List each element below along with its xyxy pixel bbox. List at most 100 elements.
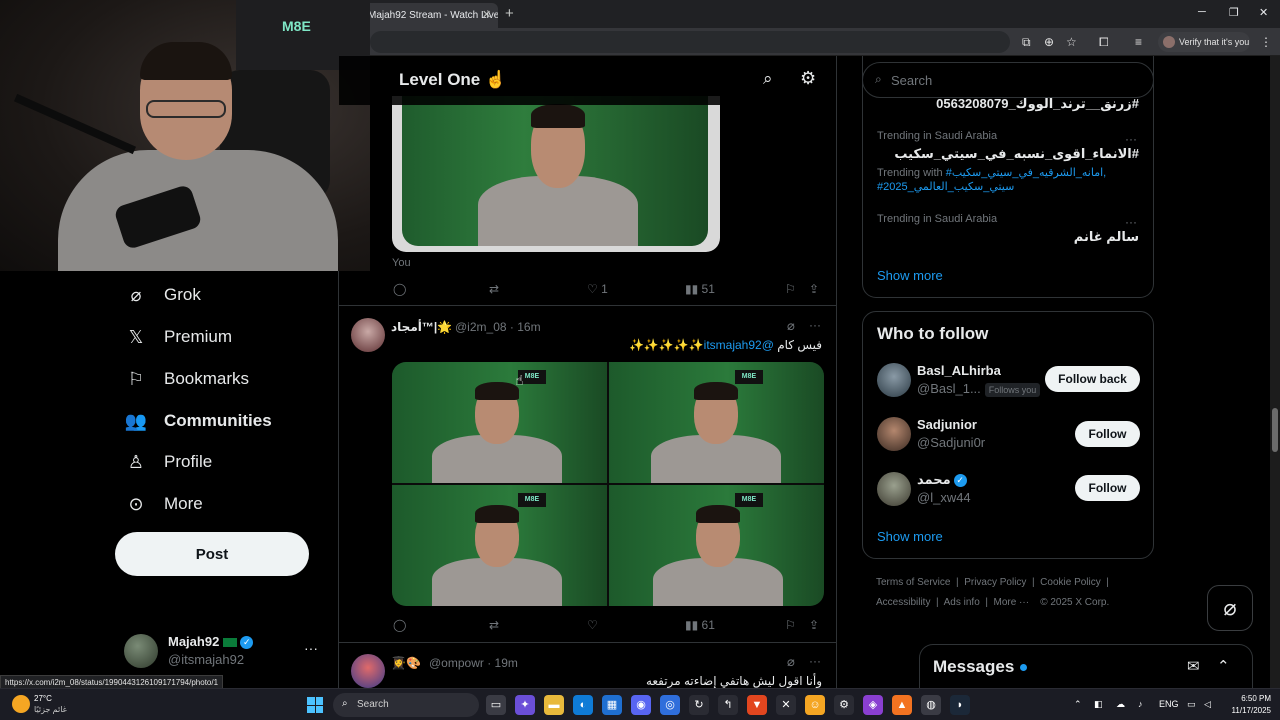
weather-widget[interactable]: 27°C غائم جزئيًا <box>12 693 92 717</box>
search-icon[interactable]: ⌕ <box>763 69 773 89</box>
follow-back-button[interactable]: Follow back <box>1045 366 1140 392</box>
views-button[interactable]: ▮▮ 61 <box>685 618 715 632</box>
tray-app-icon[interactable]: ☁ <box>1116 699 1125 710</box>
chrome-menu-icon[interactable]: ⋮ <box>1260 35 1272 49</box>
grok-icon[interactable]: ⌀ <box>787 318 795 334</box>
store-icon[interactable]: ▦ <box>602 695 622 715</box>
verify-identity-button[interactable]: Verify that it's you <box>1158 32 1250 52</box>
follow-button[interactable]: Follow <box>1075 421 1140 447</box>
file-explorer-icon[interactable]: ▬ <box>544 695 564 715</box>
minimize-icon[interactable]: ─ <box>1198 6 1206 18</box>
ads-info-link[interactable]: Ads info <box>944 597 980 608</box>
media-photo[interactable]: M8E <box>609 485 824 606</box>
media-photo[interactable]: M8E <box>392 485 607 606</box>
more-icon[interactable]: ··· <box>809 654 821 668</box>
app-icon[interactable]: ◈ <box>863 695 883 715</box>
privacy-link[interactable]: Privacy Policy <box>964 577 1026 588</box>
tweet-author-handle[interactable]: @ompowr · 19m <box>429 656 518 670</box>
taskbar-clock[interactable]: 6:50 PM 11/17/2025 <box>1221 693 1271 717</box>
mention-link[interactable]: @itsmajah92 <box>704 338 774 352</box>
app-icon[interactable]: ↻ <box>689 695 709 715</box>
reply-icon[interactable]: ◯ <box>393 618 406 632</box>
tweet-author-name[interactable]: 👩‍🎓🎨 <box>391 656 421 670</box>
follow-button[interactable]: Follow <box>1075 475 1140 501</box>
follow-show-more-link[interactable]: Show more <box>877 529 943 544</box>
trend-more-icon[interactable]: ··· <box>1125 215 1137 229</box>
install-app-icon[interactable]: ⧉ <box>1022 35 1031 50</box>
zoom-icon[interactable]: ⊕ <box>1044 35 1054 49</box>
avatar[interactable] <box>877 472 911 506</box>
avatar[interactable] <box>877 417 911 451</box>
tweet-media-grid[interactable]: M8E M8E M8E M8E <box>392 362 824 606</box>
tray-chevron-icon[interactable]: ⌃ <box>1074 699 1082 710</box>
task-view-icon[interactable]: ▭ <box>486 695 506 715</box>
trend-with-tags[interactable]: #امانه_الشرقيه_في_سيتي_سكيب, <box>946 167 1107 179</box>
expand-icon[interactable]: ⌃ <box>1217 657 1230 675</box>
media-controls-icon[interactable]: ≡ <box>1135 35 1142 49</box>
messages-drawer[interactable]: Messages ✉ ⌃ <box>919 644 1253 688</box>
views-button[interactable]: ▮▮ 51 <box>685 282 715 296</box>
app-icon[interactable]: ✕ <box>776 695 796 715</box>
footer-more-link[interactable]: More ··· <box>994 597 1030 608</box>
follow-user-name[interactable]: محمد ✓ <box>917 472 967 488</box>
bookmark-icon[interactable]: ⚐ <box>785 282 796 296</box>
tweet-author-handle[interactable]: @i2m_08 · 16m <box>455 320 541 334</box>
more-icon[interactable]: ··· <box>809 318 821 332</box>
like-icon[interactable]: ♡ <box>587 618 598 632</box>
media-photo[interactable]: M8E <box>392 362 607 483</box>
grok-float-button[interactable]: ⌀ <box>1207 585 1253 631</box>
page-scrollbar[interactable] <box>1270 56 1280 688</box>
retweet-icon[interactable]: ⇄ <box>489 282 499 296</box>
extensions-icon[interactable]: ⧠ <box>1099 35 1109 50</box>
network-icon[interactable]: ▭ <box>1187 699 1196 710</box>
follow-user-name[interactable]: Sadjunior <box>917 417 977 432</box>
terms-link[interactable]: Terms of Service <box>876 577 950 588</box>
nav-item-communities[interactable]: 👥 Communities <box>124 406 272 436</box>
follow-user-name[interactable]: Basl_ALhirba <box>917 363 1001 378</box>
new-tab-icon[interactable]: + <box>505 5 514 22</box>
tray-app-icon[interactable]: ◧ <box>1094 699 1103 710</box>
nav-item-bookmarks[interactable]: ⚐ Bookmarks <box>124 364 249 394</box>
nav-item-profile[interactable]: ♙ Profile <box>124 447 212 477</box>
post-button[interactable]: Post <box>115 532 309 576</box>
gear-icon[interactable]: ⚙ <box>800 68 816 89</box>
app-icon[interactable]: ☺ <box>805 695 825 715</box>
nav-item-more[interactable]: ⊙ More <box>124 489 202 519</box>
maximize-icon[interactable]: ❐ <box>1229 6 1239 19</box>
app-icon[interactable]: ↰ <box>718 695 738 715</box>
tweet-media[interactable] <box>392 96 720 252</box>
avatar[interactable] <box>351 318 385 352</box>
accessibility-link[interactable]: Accessibility <box>876 597 930 608</box>
brave-icon[interactable]: ▼ <box>747 695 767 715</box>
retweet-icon[interactable]: ⇄ <box>489 618 499 632</box>
discord-icon[interactable]: ◉ <box>631 695 651 715</box>
browser-tab[interactable]: Majah92 Stream - Watch Live o <box>352 3 498 28</box>
avatar[interactable] <box>351 654 385 688</box>
trend-title[interactable]: #الانماء_اقوى_نسبه_في_سيتي_سكيب <box>894 146 1139 162</box>
trend-title[interactable]: #زرنق__ترند_الووك_0563208079 <box>936 96 1139 112</box>
trends-show-more-link[interactable]: Show more <box>877 268 943 283</box>
volume-icon[interactable]: ◁ <box>1204 699 1211 710</box>
windows-start-icon[interactable] <box>307 697 323 713</box>
search-input[interactable]: ⌕ Search <box>862 62 1154 98</box>
new-message-icon[interactable]: ✉ <box>1187 657 1200 675</box>
nav-item-grok[interactable]: ⌀ Grok <box>124 280 201 310</box>
grok-icon[interactable]: ⌀ <box>787 654 795 670</box>
trend-with-tags[interactable]: #سيتي_سكيب_العالمي_2025 <box>877 181 1014 193</box>
edge-icon[interactable]: ◐ <box>573 695 593 715</box>
share-icon[interactable]: ⇪ <box>809 282 819 296</box>
close-window-icon[interactable]: ✕ <box>1259 6 1268 19</box>
nav-item-premium[interactable]: 𝕏 Premium <box>124 322 232 352</box>
trend-title[interactable]: سالم غانم <box>1074 229 1139 245</box>
share-icon[interactable]: ⇪ <box>809 618 819 632</box>
app-icon[interactable]: ▲ <box>892 695 912 715</box>
steam-icon[interactable]: ◗ <box>950 695 970 715</box>
account-more-icon[interactable]: ··· <box>304 640 318 656</box>
copilot-icon[interactable]: ✦ <box>515 695 535 715</box>
obs-icon[interactable]: ◍ <box>921 695 941 715</box>
star-bookmark-icon[interactable]: ☆ <box>1066 35 1077 49</box>
chrome-icon[interactable]: ◎ <box>660 695 680 715</box>
avatar[interactable] <box>877 363 911 397</box>
microphone-icon[interactable]: ♪ <box>1138 699 1143 709</box>
account-switcher[interactable]: Majah92 ✓ @itsmajah92 ··· <box>124 632 324 672</box>
